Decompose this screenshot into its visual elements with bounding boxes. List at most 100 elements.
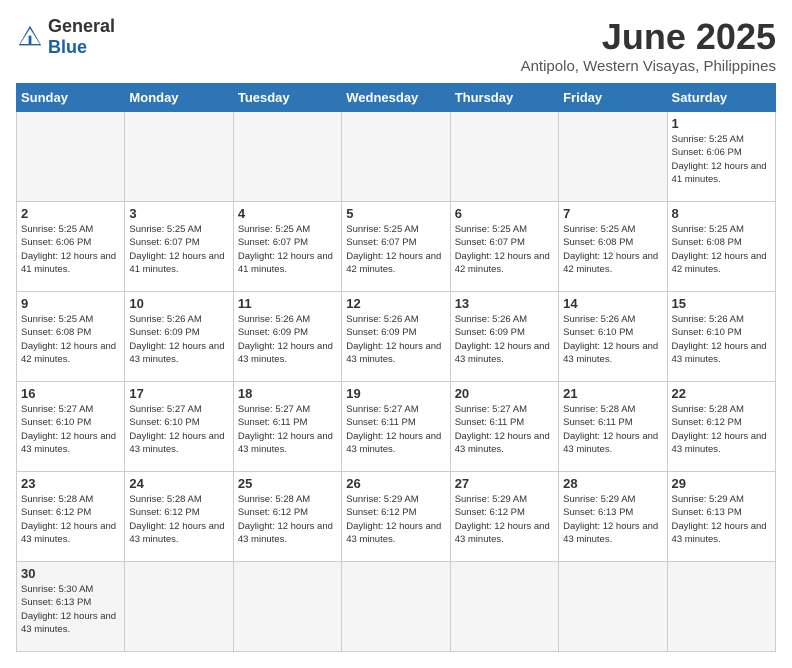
day-number: 16 xyxy=(21,386,120,401)
calendar-day-cell: 9 Sunrise: 5:25 AMSunset: 6:08 PMDaylight… xyxy=(17,292,125,382)
calendar-day-cell: 23Sunrise: 5:28 AMSunset: 6:12 PMDayligh… xyxy=(17,472,125,562)
calendar-day-cell: 18 Sunrise: 5:27 AMSunset: 6:11 PMDayligh… xyxy=(233,382,341,472)
day-info: Sunrise: 5:28 AMSunset: 6:12 PMDaylight:… xyxy=(129,493,228,546)
day-info: Sunrise: 5:29 AMSunset: 6:13 PMDaylight:… xyxy=(563,493,662,546)
day-number: 18 xyxy=(238,386,337,401)
day-number: 2 xyxy=(21,206,120,221)
calendar-day-cell xyxy=(125,562,233,652)
calendar-week-row: 1Sunrise: 5:25 AMSunset: 6:06 PMDaylight… xyxy=(17,112,776,202)
day-info: Sunrise: 5:27 AMSunset: 6:11 PMDaylight:… xyxy=(346,403,445,456)
column-header-tuesday: Tuesday xyxy=(233,84,341,112)
day-info: Sunrise: 5:27 AMSunset: 6:11 PMDaylight:… xyxy=(455,403,554,456)
day-info: Sunrise: 5:26 AMSunset: 6:10 PMDaylight:… xyxy=(672,313,771,366)
calendar-day-cell: 6 Sunrise: 5:25 AMSunset: 6:07 PMDaylight… xyxy=(450,202,558,292)
calendar-day-cell: 8 Sunrise: 5:25 AMSunset: 6:08 PMDaylight… xyxy=(667,202,775,292)
day-info: Sunrise: 5:28 AMSunset: 6:11 PMDaylight:… xyxy=(563,403,662,456)
day-number: 3 xyxy=(129,206,228,221)
calendar-day-cell xyxy=(450,562,558,652)
calendar-day-cell xyxy=(17,112,125,202)
day-number: 10 xyxy=(129,296,228,311)
calendar-day-cell: 10 Sunrise: 5:26 AMSunset: 6:09 PMDayligh… xyxy=(125,292,233,382)
column-header-wednesday: Wednesday xyxy=(342,84,450,112)
calendar-day-cell: 16Sunrise: 5:27 AMSunset: 6:10 PMDayligh… xyxy=(17,382,125,472)
day-info: Sunrise: 5:26 AMSunset: 6:09 PMDaylight:… xyxy=(129,313,228,366)
day-info: Sunrise: 5:26 AMSunset: 6:09 PMDaylight:… xyxy=(238,313,337,366)
day-number: 28 xyxy=(563,476,662,491)
calendar-day-cell xyxy=(233,112,341,202)
calendar-week-row: 2 Sunrise: 5:25 AMSunset: 6:06 PMDaylight… xyxy=(17,202,776,292)
day-info: Sunrise: 5:25 AMSunset: 6:08 PMDaylight:… xyxy=(21,313,120,366)
calendar-day-cell: 27 Sunrise: 5:29 AMSunset: 6:12 PMDayligh… xyxy=(450,472,558,562)
column-header-thursday: Thursday xyxy=(450,84,558,112)
day-info: Sunrise: 5:25 AMSunset: 6:07 PMDaylight:… xyxy=(129,223,228,276)
logo-general-text: General xyxy=(48,16,115,36)
title-section: June 2025 Antipolo, Western Visayas, Phi… xyxy=(521,16,776,75)
day-number: 29 xyxy=(672,476,771,491)
day-info: Sunrise: 5:28 AMSunset: 6:12 PMDaylight:… xyxy=(672,403,771,456)
day-number: 17 xyxy=(129,386,228,401)
calendar-day-cell: 26 Sunrise: 5:29 AMSunset: 6:12 PMDayligh… xyxy=(342,472,450,562)
calendar-day-cell xyxy=(559,562,667,652)
day-number: 30 xyxy=(21,566,120,581)
day-info: Sunrise: 5:25 AMSunset: 6:07 PMDaylight:… xyxy=(346,223,445,276)
column-header-monday: Monday xyxy=(125,84,233,112)
day-info: Sunrise: 5:26 AMSunset: 6:09 PMDaylight:… xyxy=(346,313,445,366)
calendar-day-cell: 13 Sunrise: 5:26 AMSunset: 6:09 PMDayligh… xyxy=(450,292,558,382)
calendar-day-cell xyxy=(450,112,558,202)
day-number: 14 xyxy=(563,296,662,311)
column-header-friday: Friday xyxy=(559,84,667,112)
day-info: Sunrise: 5:28 AMSunset: 6:12 PMDaylight:… xyxy=(21,493,120,546)
logo-blue-text: Blue xyxy=(48,37,87,57)
day-number: 12 xyxy=(346,296,445,311)
day-info: Sunrise: 5:25 AMSunset: 6:07 PMDaylight:… xyxy=(238,223,337,276)
day-number: 8 xyxy=(672,206,771,221)
day-number: 24 xyxy=(129,476,228,491)
day-number: 13 xyxy=(455,296,554,311)
calendar-day-cell xyxy=(342,562,450,652)
day-info: Sunrise: 5:29 AMSunset: 6:13 PMDaylight:… xyxy=(672,493,771,546)
calendar-day-cell xyxy=(667,562,775,652)
day-number: 6 xyxy=(455,206,554,221)
calendar-day-cell: 7 Sunrise: 5:25 AMSunset: 6:08 PMDaylight… xyxy=(559,202,667,292)
day-info: Sunrise: 5:25 AMSunset: 6:08 PMDaylight:… xyxy=(672,223,771,276)
calendar-day-cell: 25Sunrise: 5:28 AMSunset: 6:12 PMDayligh… xyxy=(233,472,341,562)
calendar-day-cell: 12 Sunrise: 5:26 AMSunset: 6:09 PMDayligh… xyxy=(342,292,450,382)
calendar-day-cell: 22 Sunrise: 5:28 AMSunset: 6:12 PMDayligh… xyxy=(667,382,775,472)
calendar-day-cell: 2 Sunrise: 5:25 AMSunset: 6:06 PMDaylight… xyxy=(17,202,125,292)
day-number: 5 xyxy=(346,206,445,221)
calendar-day-cell: 21 Sunrise: 5:28 AMSunset: 6:11 PMDayligh… xyxy=(559,382,667,472)
calendar-title: June 2025 xyxy=(521,16,776,58)
day-info: Sunrise: 5:29 AMSunset: 6:12 PMDaylight:… xyxy=(455,493,554,546)
calendar-day-cell: 29 Sunrise: 5:29 AMSunset: 6:13 PMDayligh… xyxy=(667,472,775,562)
calendar-day-cell xyxy=(559,112,667,202)
calendar-header-row: SundayMondayTuesdayWednesdayThursdayFrid… xyxy=(17,84,776,112)
calendar-week-row: 30Sunrise: 5:30 AMSunset: 6:13 PMDayligh… xyxy=(17,562,776,652)
day-info: Sunrise: 5:25 AMSunset: 6:06 PMDaylight:… xyxy=(21,223,120,276)
calendar-day-cell: 30Sunrise: 5:30 AMSunset: 6:13 PMDayligh… xyxy=(17,562,125,652)
day-number: 1 xyxy=(672,116,771,131)
calendar-week-row: 9 Sunrise: 5:25 AMSunset: 6:08 PMDaylight… xyxy=(17,292,776,382)
day-number: 27 xyxy=(455,476,554,491)
calendar-day-cell: 3 Sunrise: 5:25 AMSunset: 6:07 PMDaylight… xyxy=(125,202,233,292)
day-number: 22 xyxy=(672,386,771,401)
calendar-table: SundayMondayTuesdayWednesdayThursdayFrid… xyxy=(16,83,776,652)
day-number: 21 xyxy=(563,386,662,401)
day-info: Sunrise: 5:25 AMSunset: 6:07 PMDaylight:… xyxy=(455,223,554,276)
column-header-sunday: Sunday xyxy=(17,84,125,112)
day-info: Sunrise: 5:29 AMSunset: 6:12 PMDaylight:… xyxy=(346,493,445,546)
day-info: Sunrise: 5:26 AMSunset: 6:09 PMDaylight:… xyxy=(455,313,554,366)
general-blue-logo-icon xyxy=(16,23,44,51)
calendar-day-cell: 24 Sunrise: 5:28 AMSunset: 6:12 PMDayligh… xyxy=(125,472,233,562)
calendar-day-cell: 11 Sunrise: 5:26 AMSunset: 6:09 PMDayligh… xyxy=(233,292,341,382)
day-number: 26 xyxy=(346,476,445,491)
day-info: Sunrise: 5:27 AMSunset: 6:11 PMDaylight:… xyxy=(238,403,337,456)
day-info: Sunrise: 5:27 AMSunset: 6:10 PMDaylight:… xyxy=(129,403,228,456)
day-number: 7 xyxy=(563,206,662,221)
day-number: 11 xyxy=(238,296,337,311)
calendar-day-cell: 20Sunrise: 5:27 AMSunset: 6:11 PMDayligh… xyxy=(450,382,558,472)
day-number: 9 xyxy=(21,296,120,311)
calendar-day-cell: 5 Sunrise: 5:25 AMSunset: 6:07 PMDaylight… xyxy=(342,202,450,292)
calendar-day-cell: 28 Sunrise: 5:29 AMSunset: 6:13 PMDayligh… xyxy=(559,472,667,562)
day-info: Sunrise: 5:25 AMSunset: 6:08 PMDaylight:… xyxy=(563,223,662,276)
day-number: 4 xyxy=(238,206,337,221)
